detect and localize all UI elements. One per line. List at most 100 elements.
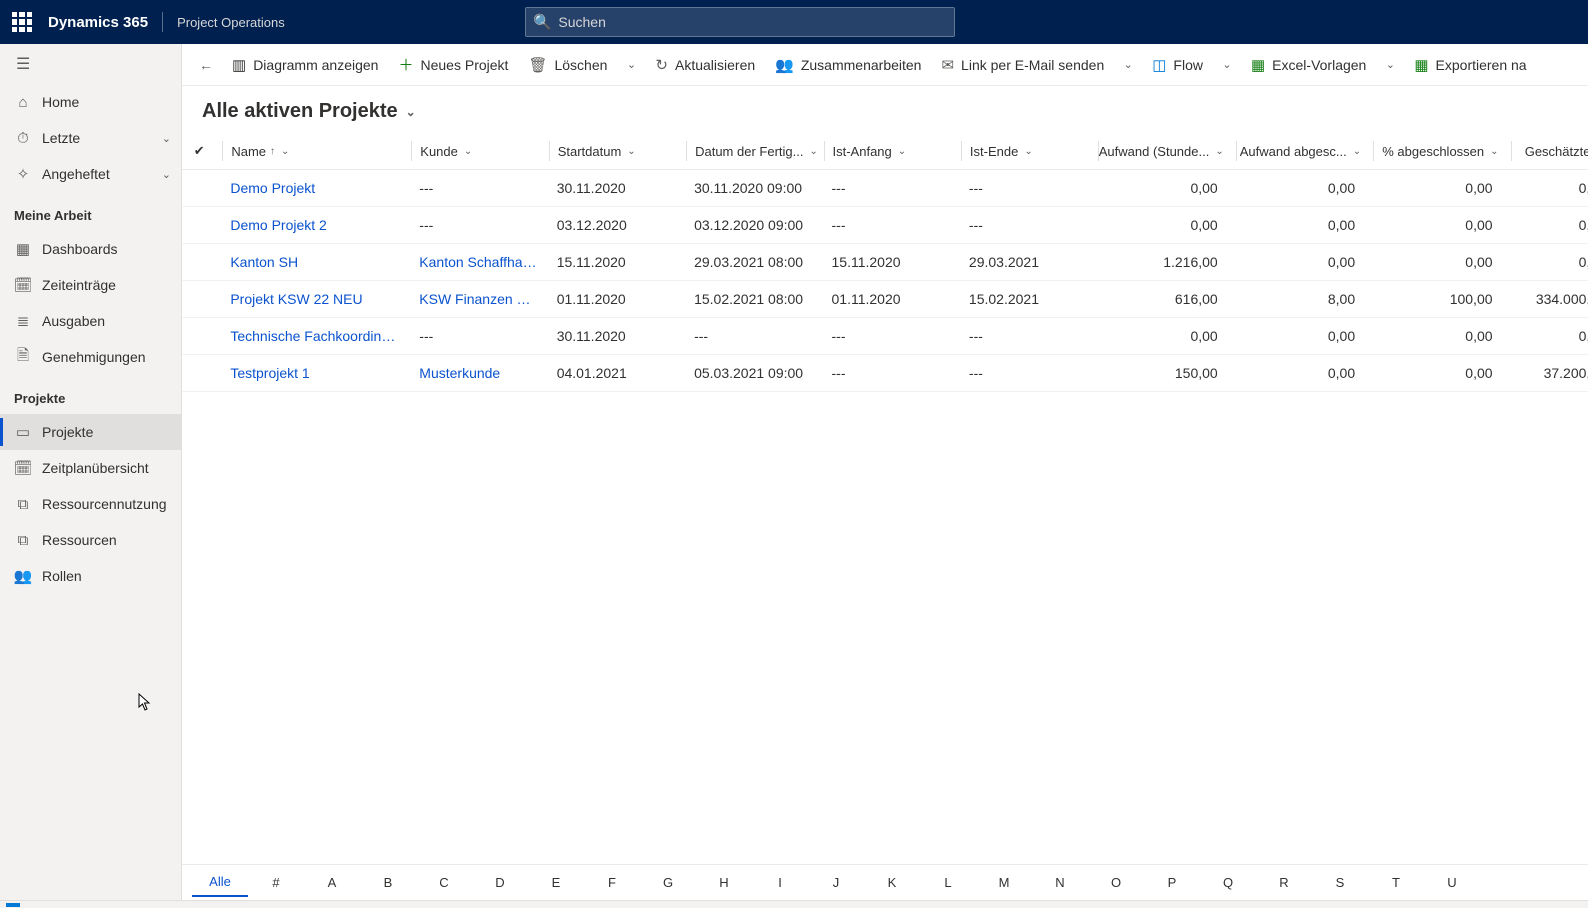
sidebar-item-1-0[interactable]: ▭ Projekte [0,414,181,450]
alpha-F[interactable]: F [584,869,640,896]
row-select-cell[interactable] [182,281,216,318]
alpha-M[interactable]: M [976,869,1032,896]
brand-label: Dynamics 365 [48,14,148,31]
cell-name[interactable]: Projekt KSW 22 NEU [216,281,405,318]
sidebar-item-1-2[interactable]: ⧉ Ressourcennutzung [0,486,181,522]
chevron-down-icon: ⌄ [898,146,906,157]
cell-kunde[interactable]: KSW Finanzen NEU [405,281,542,318]
alpha-S[interactable]: S [1312,869,1368,896]
alpha-#[interactable]: # [248,869,304,896]
email-link-dropdown[interactable]: ⌄ [1114,49,1142,81]
alpha-G[interactable]: G [640,869,696,896]
row-select-cell[interactable] [182,207,216,244]
alpha-D[interactable]: D [472,869,528,896]
col-kunde[interactable]: Kunde⌄ [405,133,542,170]
col-name[interactable]: Name↑⌄ [216,133,405,170]
alpha-R[interactable]: R [1256,869,1312,896]
cell-start: 03.12.2020 [543,207,680,244]
alpha-L[interactable]: L [920,869,976,896]
sidebar-toggle[interactable]: ☰ [0,44,181,84]
table-row[interactable]: Kanton SH Kanton Schaffhauser 15.11.2020… [182,244,1588,281]
table-row[interactable]: Technische Fachkoordination --- 30.11.20… [182,318,1588,355]
cell-ist-anfang: --- [818,170,955,207]
excel-templates-button[interactable]: ▦ Excel-Vorlagen [1241,49,1376,81]
sidebar-item-top-1[interactable]: ⏱ Letzte ⌄ [0,120,181,156]
back-button[interactable]: ← [190,49,222,81]
alpha-all[interactable]: Alle [192,868,248,897]
cell-due: 03.12.2020 09:00 [680,207,817,244]
cell-kunde[interactable]: Kanton Schaffhauser [405,244,542,281]
show-chart-button[interactable]: ▥ Diagramm anzeigen [222,49,388,81]
alpha-K[interactable]: K [864,869,920,896]
col-aufwand-abg[interactable]: Aufwand abgesc...⌄ [1230,133,1367,170]
sidebar-item-1-4[interactable]: 👥 Rollen [0,558,181,594]
table-row[interactable]: Testprojekt 1 Musterkunde 04.01.2021 05.… [182,355,1588,392]
search-input[interactable] [525,7,955,37]
delete-button[interactable]: 🗑 Löschen [518,49,617,81]
sidebar-item-0-0[interactable]: ▦ Dashboards [0,231,181,267]
sidebar-item-1-3[interactable]: ⧉ Ressourcen [0,522,181,558]
flow-button[interactable]: ◫ Flow [1142,49,1213,81]
row-select-cell[interactable] [182,355,216,392]
view-title-label: Alle aktiven Projekte [202,100,398,123]
col-select[interactable]: ✔ [182,133,216,170]
table-row[interactable]: Projekt KSW 22 NEU KSW Finanzen NEU 01.1… [182,281,1588,318]
row-select-cell[interactable] [182,318,216,355]
alpha-U[interactable]: U [1424,869,1480,896]
app-title: Project Operations [177,15,285,30]
table-row[interactable]: Demo Projekt --- 30.11.2020 30.11.2020 0… [182,170,1588,207]
alpha-J[interactable]: J [808,869,864,896]
sidebar-item-label: Ressourcen [42,532,117,548]
cell-name[interactable]: Testprojekt 1 [216,355,405,392]
row-select-cell[interactable] [182,244,216,281]
delete-dropdown[interactable]: ⌄ [617,49,645,81]
alpha-E[interactable]: E [528,869,584,896]
alpha-C[interactable]: C [416,869,472,896]
grid-scroll[interactable]: ✔ Name↑⌄ Kunde⌄ Startdatum⌄ Datum der Fe… [182,133,1588,864]
table-row[interactable]: Demo Projekt 2 --- 03.12.2020 03.12.2020… [182,207,1588,244]
sidebar-icon: ▭ [14,423,32,441]
col-aufwand[interactable]: Aufwand (Stunde...⌄ [1092,133,1229,170]
col-ist-anfang[interactable]: Ist-Anfang⌄ [818,133,955,170]
sidebar-item-1-1[interactable]: 🗓 Zeitplanübersicht [0,450,181,486]
alpha-H[interactable]: H [696,869,752,896]
alpha-T[interactable]: T [1368,869,1424,896]
alpha-B[interactable]: B [360,869,416,896]
col-start[interactable]: Startdatum⌄ [543,133,680,170]
cell-name[interactable]: Demo Projekt 2 [216,207,405,244]
collaborate-button[interactable]: 👥 Zusammenarbeiten [765,49,931,81]
col-gesamt[interactable]: Geschätzte Gesa... [1505,133,1588,170]
cell-name[interactable]: Kanton SH [216,244,405,281]
cell-name[interactable]: Demo Projekt [216,170,405,207]
col-due[interactable]: Datum der Fertig...⌄ [680,133,817,170]
flow-dropdown[interactable]: ⌄ [1213,49,1241,81]
alpha-I[interactable]: I [752,869,808,896]
alpha-P[interactable]: P [1144,869,1200,896]
new-project-button[interactable]: ＋ Neues Projekt [388,49,518,81]
col-ist-ende[interactable]: Ist-Ende⌄ [955,133,1092,170]
sidebar-item-0-2[interactable]: ≣ Ausgaben [0,303,181,339]
flow-label: Flow [1173,57,1203,73]
sidebar-item-top-0[interactable]: ⌂ Home [0,84,181,120]
email-link-button[interactable]: ✉ Link per E-Mail senden [931,49,1114,81]
alpha-N[interactable]: N [1032,869,1088,896]
refresh-button[interactable]: ↻ Aktualisieren [645,49,765,81]
sidebar-item-0-3[interactable]: 🗎 Genehmigungen [0,339,181,375]
chevron-down-icon: ⌄ [1024,146,1032,157]
cell-kunde[interactable]: Musterkunde [405,355,542,392]
sidebar-item-top-2[interactable]: ✧ Angeheftet ⌄ [0,156,181,192]
sidebar-item-0-1[interactable]: 🗓 Zeiteinträge [0,267,181,303]
cell-name[interactable]: Technische Fachkoordination [216,318,405,355]
export-button[interactable]: ▦ Exportieren na [1404,49,1536,81]
view-selector[interactable]: Alle aktiven Projekte ⌄ [202,100,416,123]
alpha-Q[interactable]: Q [1200,869,1256,896]
cell-ist-ende: --- [955,170,1092,207]
alpha-O[interactable]: O [1088,869,1144,896]
app-launcher-icon[interactable] [12,12,32,32]
cell-ist-anfang: 15.11.2020 [818,244,955,281]
alpha-A[interactable]: A [304,869,360,896]
excel-templates-dropdown[interactable]: ⌄ [1376,49,1404,81]
col-pct[interactable]: % abgeschlossen⌄ [1367,133,1504,170]
chevron-down-icon: ⌄ [162,168,171,181]
row-select-cell[interactable] [182,170,216,207]
